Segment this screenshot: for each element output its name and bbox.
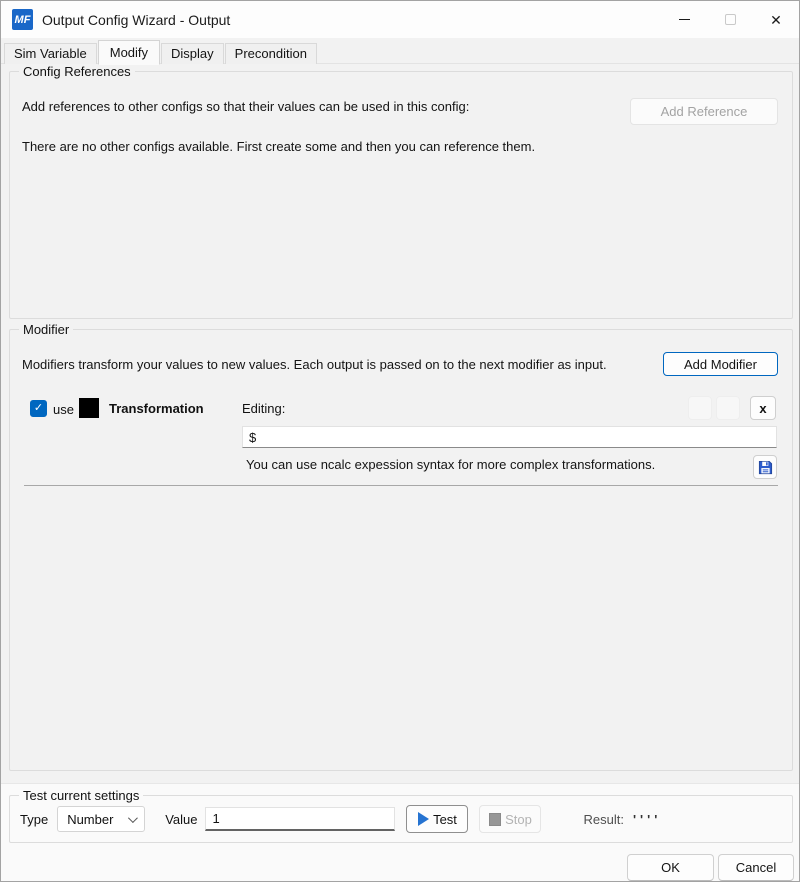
tab-strip: Sim Variable Modify Display Precondition bbox=[4, 39, 318, 65]
value-input[interactable] bbox=[205, 807, 396, 831]
config-references-legend: Config References bbox=[19, 64, 135, 79]
check-icon: ✓ bbox=[33, 402, 44, 414]
config-references-description: Add references to other configs so that … bbox=[22, 99, 470, 114]
modifier-name: Transformation bbox=[109, 401, 204, 416]
tab-modify[interactable]: Modify bbox=[97, 40, 161, 65]
minimize-button[interactable] bbox=[661, 1, 707, 38]
result-value: '''' bbox=[632, 811, 662, 827]
window-title: Output Config Wizard - Output bbox=[42, 11, 231, 28]
chevron-down-icon bbox=[128, 812, 139, 823]
play-icon bbox=[418, 812, 430, 826]
tab-display[interactable]: Display bbox=[161, 43, 224, 64]
modifier-legend: Modifier bbox=[19, 322, 74, 337]
config-references-empty-message: There are no other configs available. Fi… bbox=[22, 139, 536, 154]
minimize-icon bbox=[678, 19, 690, 20]
save-floppy-icon bbox=[758, 460, 772, 474]
modifier-color-swatch bbox=[79, 398, 99, 418]
output-config-wizard-window: MF Output Config Wizard - Output ✕ Sim V… bbox=[0, 0, 800, 882]
stop-button[interactable]: Stop bbox=[479, 805, 542, 833]
app-logo-text: MF bbox=[14, 13, 31, 26]
use-checkbox-label: use bbox=[53, 402, 74, 417]
save-expression-button[interactable] bbox=[753, 455, 777, 479]
type-select[interactable]: Number bbox=[57, 806, 146, 832]
move-modifier-up-button[interactable] bbox=[688, 396, 712, 420]
close-button[interactable]: ✕ bbox=[753, 1, 799, 38]
app-logo-icon: MF bbox=[12, 9, 33, 30]
editing-label: Editing: bbox=[242, 401, 286, 416]
title-bar: MF Output Config Wizard - Output ✕ bbox=[1, 1, 799, 38]
test-settings-row: Type Number Value Test Stop Result: '''' bbox=[20, 796, 782, 842]
type-select-value: Number bbox=[67, 811, 114, 827]
stop-icon bbox=[489, 812, 502, 826]
config-references-group: Config References Add references to othe… bbox=[9, 64, 793, 319]
modifier-row-separator bbox=[24, 485, 778, 486]
add-modifier-button[interactable]: Add Modifier bbox=[663, 352, 778, 376]
expression-input[interactable] bbox=[242, 426, 777, 448]
ok-button[interactable]: OK bbox=[627, 854, 714, 881]
test-button[interactable]: Test bbox=[406, 805, 469, 833]
value-label: Value bbox=[165, 811, 198, 827]
type-label: Type bbox=[20, 811, 49, 827]
close-icon: ✕ bbox=[770, 11, 782, 28]
delete-modifier-button[interactable]: x bbox=[750, 396, 776, 420]
tab-sim-variable[interactable]: Sim Variable bbox=[4, 43, 97, 64]
cancel-button[interactable]: Cancel bbox=[718, 854, 794, 881]
modifier-group: Modifier Modifiers transform your values… bbox=[9, 322, 793, 771]
add-reference-button[interactable]: Add Reference bbox=[630, 98, 778, 125]
modifier-description: Modifiers transform your values to new v… bbox=[22, 357, 607, 372]
result-label: Result: bbox=[583, 811, 624, 827]
use-modifier-checkbox[interactable]: ✓ bbox=[30, 400, 47, 417]
test-settings-group: Test current settings Type Number Value … bbox=[9, 788, 793, 843]
ncalc-hint-text: You can use ncalc expession syntax for m… bbox=[246, 457, 656, 472]
move-modifier-down-button[interactable] bbox=[716, 396, 740, 420]
stop-button-label: Stop bbox=[505, 811, 532, 827]
window-controls: ✕ bbox=[661, 1, 799, 38]
test-button-label: Test bbox=[433, 811, 457, 827]
bottom-panel: Test current settings Type Number Value … bbox=[1, 783, 799, 881]
tab-precondition[interactable]: Precondition bbox=[224, 43, 317, 64]
maximize-button[interactable] bbox=[707, 1, 753, 38]
maximize-icon bbox=[724, 14, 736, 25]
